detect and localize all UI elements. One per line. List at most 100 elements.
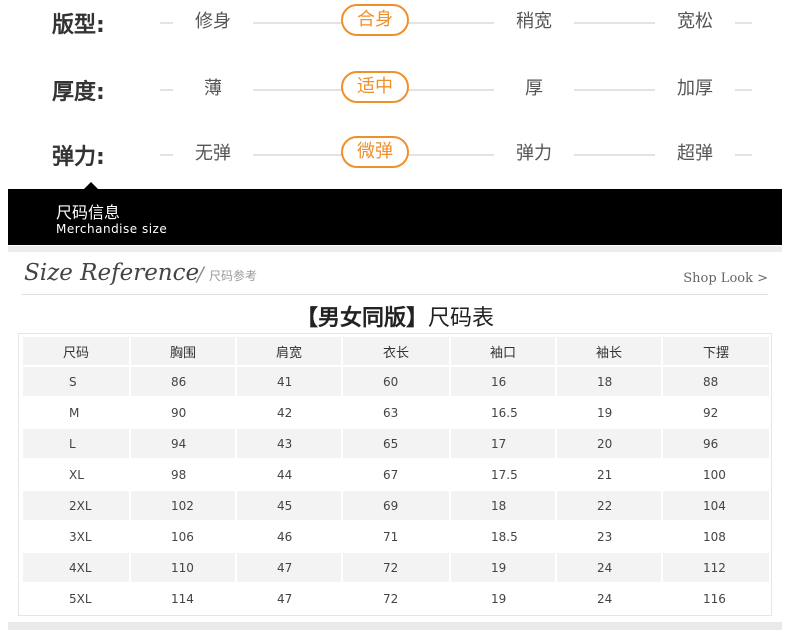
size-reference-title-cn: 尺码参考 — [209, 269, 258, 283]
measurement-cell: 19 — [449, 582, 557, 615]
measurement-cell: 24 — [555, 582, 663, 615]
banner-subtitle: Merchandise size — [56, 222, 168, 236]
measurement-cell: 86 — [129, 365, 237, 398]
size-label-cell: 3XL — [21, 520, 131, 553]
shop-look-link[interactable]: Shop Look > — [683, 271, 768, 286]
attr-label: 厚度: — [52, 80, 105, 105]
table-body: S 86 41 60 16 18 88 M 90 42 63 16.5 19 92 L 94 43 65 17 20 9… — [21, 365, 771, 615]
measurement-cell: 24 — [555, 551, 663, 584]
size-reference-title: Size Reference — [24, 260, 200, 286]
measurement-cell: 106 — [129, 520, 237, 553]
measurement-cell: 22 — [555, 489, 663, 522]
measurement-cell: 104 — [661, 489, 771, 522]
attr-row-fit: 版型: 修身 合身 稍宽 宽松 — [0, 1, 790, 41]
measurement-cell: 21 — [555, 458, 663, 491]
table-header-cell: 袖长 — [555, 335, 663, 367]
measurement-cell: 112 — [661, 551, 771, 584]
measurement-cell: 60 — [341, 365, 451, 398]
measurement-cell: 116 — [661, 582, 771, 615]
measurement-cell: 71 — [341, 520, 451, 553]
measurement-cell: 92 — [661, 396, 771, 429]
measurement-cell: 17.5 — [449, 458, 557, 491]
measurement-cell: 108 — [661, 520, 771, 553]
measurement-cell: 19 — [555, 396, 663, 429]
bottom-strip — [8, 622, 782, 630]
table-header-cell: 胸围 — [129, 335, 237, 367]
table-row: 4XL 110 47 72 19 24 112 — [21, 551, 771, 584]
attr-option: 薄 — [173, 74, 253, 100]
size-table-title: 【男女同版】尺码表 — [0, 300, 790, 332]
measurement-cell: 16 — [449, 365, 557, 398]
table-row: 3XL 106 46 71 18.5 23 108 — [21, 520, 771, 553]
measurement-cell: 94 — [129, 427, 237, 460]
measurement-cell: 102 — [129, 489, 237, 522]
size-label-cell: M — [21, 396, 131, 429]
measurement-cell: 72 — [341, 551, 451, 584]
measurement-cell: 47 — [235, 582, 343, 615]
attr-option: 厚 — [494, 74, 574, 100]
measurement-cell: 44 — [235, 458, 343, 491]
attr-option-selected: 合身 — [341, 4, 409, 36]
size-table-title-bracketed: 【男女同版】 — [295, 306, 428, 331]
table-header-cell: 肩宽 — [235, 335, 343, 367]
attr-option: 超弹 — [655, 139, 735, 165]
table-row: S 86 41 60 16 18 88 — [21, 365, 771, 398]
measurement-cell: 63 — [341, 396, 451, 429]
measurement-cell: 19 — [449, 551, 557, 584]
attr-row-thickness: 厚度: 薄 适中 厚 加厚 — [0, 68, 790, 108]
size-label-cell: XL — [21, 458, 131, 491]
size-label-cell: 5XL — [21, 582, 131, 615]
measurement-cell: 114 — [129, 582, 237, 615]
table-header-row: 尺码 胸围 肩宽 衣长 袖口 袖长 下摆 — [21, 335, 771, 367]
attr-row-elasticity: 弹力: 无弹 微弹 弹力 超弹 — [0, 133, 790, 173]
banner-title: 尺码信息 — [56, 203, 121, 222]
table-header-cell: 尺码 — [21, 335, 131, 367]
table-row: M 90 42 63 16.5 19 92 — [21, 396, 771, 429]
measurement-cell: 69 — [341, 489, 451, 522]
measurement-cell: 90 — [129, 396, 237, 429]
table-row: XL 98 44 67 17.5 21 100 — [21, 458, 771, 491]
attr-option: 弹力 — [494, 139, 574, 165]
measurement-cell: 67 — [341, 458, 451, 491]
table-row: 2XL 102 45 69 18 22 104 — [21, 489, 771, 522]
measurement-cell: 18 — [449, 489, 557, 522]
measurement-cell: 65 — [341, 427, 451, 460]
size-table-title-rest: 尺码表 — [428, 306, 495, 331]
table-header-cell: 下摆 — [661, 335, 771, 367]
size-label-cell: S — [21, 365, 131, 398]
measurement-cell: 17 — [449, 427, 557, 460]
table-header-cell: 袖口 — [449, 335, 557, 367]
attr-label: 弹力: — [52, 145, 105, 170]
table-row: L 94 43 65 17 20 96 — [21, 427, 771, 460]
measurement-cell: 41 — [235, 365, 343, 398]
attr-label: 版型: — [52, 13, 105, 38]
measurement-cell: 18 — [555, 365, 663, 398]
size-info-banner: 尺码信息 Merchandise size — [8, 182, 782, 245]
attr-option: 加厚 — [655, 74, 735, 100]
attr-option: 宽松 — [655, 7, 735, 33]
measurement-cell: 18.5 — [449, 520, 557, 553]
table-row: 5XL 114 47 72 19 24 116 — [21, 582, 771, 615]
size-reference-separator: / — [197, 262, 204, 286]
measurement-cell: 88 — [661, 365, 771, 398]
measurement-cell: 20 — [555, 427, 663, 460]
size-label-cell: 4XL — [21, 551, 131, 584]
measurement-cell: 23 — [555, 520, 663, 553]
measurement-cell: 100 — [661, 458, 771, 491]
measurement-cell: 110 — [129, 551, 237, 584]
attr-option-selected: 适中 — [341, 71, 409, 103]
measurement-cell: 96 — [661, 427, 771, 460]
measurement-cell: 42 — [235, 396, 343, 429]
attr-option-selected: 微弹 — [341, 136, 409, 168]
measurement-cell: 43 — [235, 427, 343, 460]
banner-notch — [84, 182, 98, 189]
banner-shadow-strip — [8, 246, 782, 252]
measurement-cell: 46 — [235, 520, 343, 553]
attr-option: 无弹 — [173, 139, 253, 165]
measurement-cell: 98 — [129, 458, 237, 491]
reference-divider — [22, 294, 768, 295]
attr-option: 修身 — [173, 7, 253, 33]
measurement-cell: 45 — [235, 489, 343, 522]
size-label-cell: 2XL — [21, 489, 131, 522]
measurement-cell: 16.5 — [449, 396, 557, 429]
